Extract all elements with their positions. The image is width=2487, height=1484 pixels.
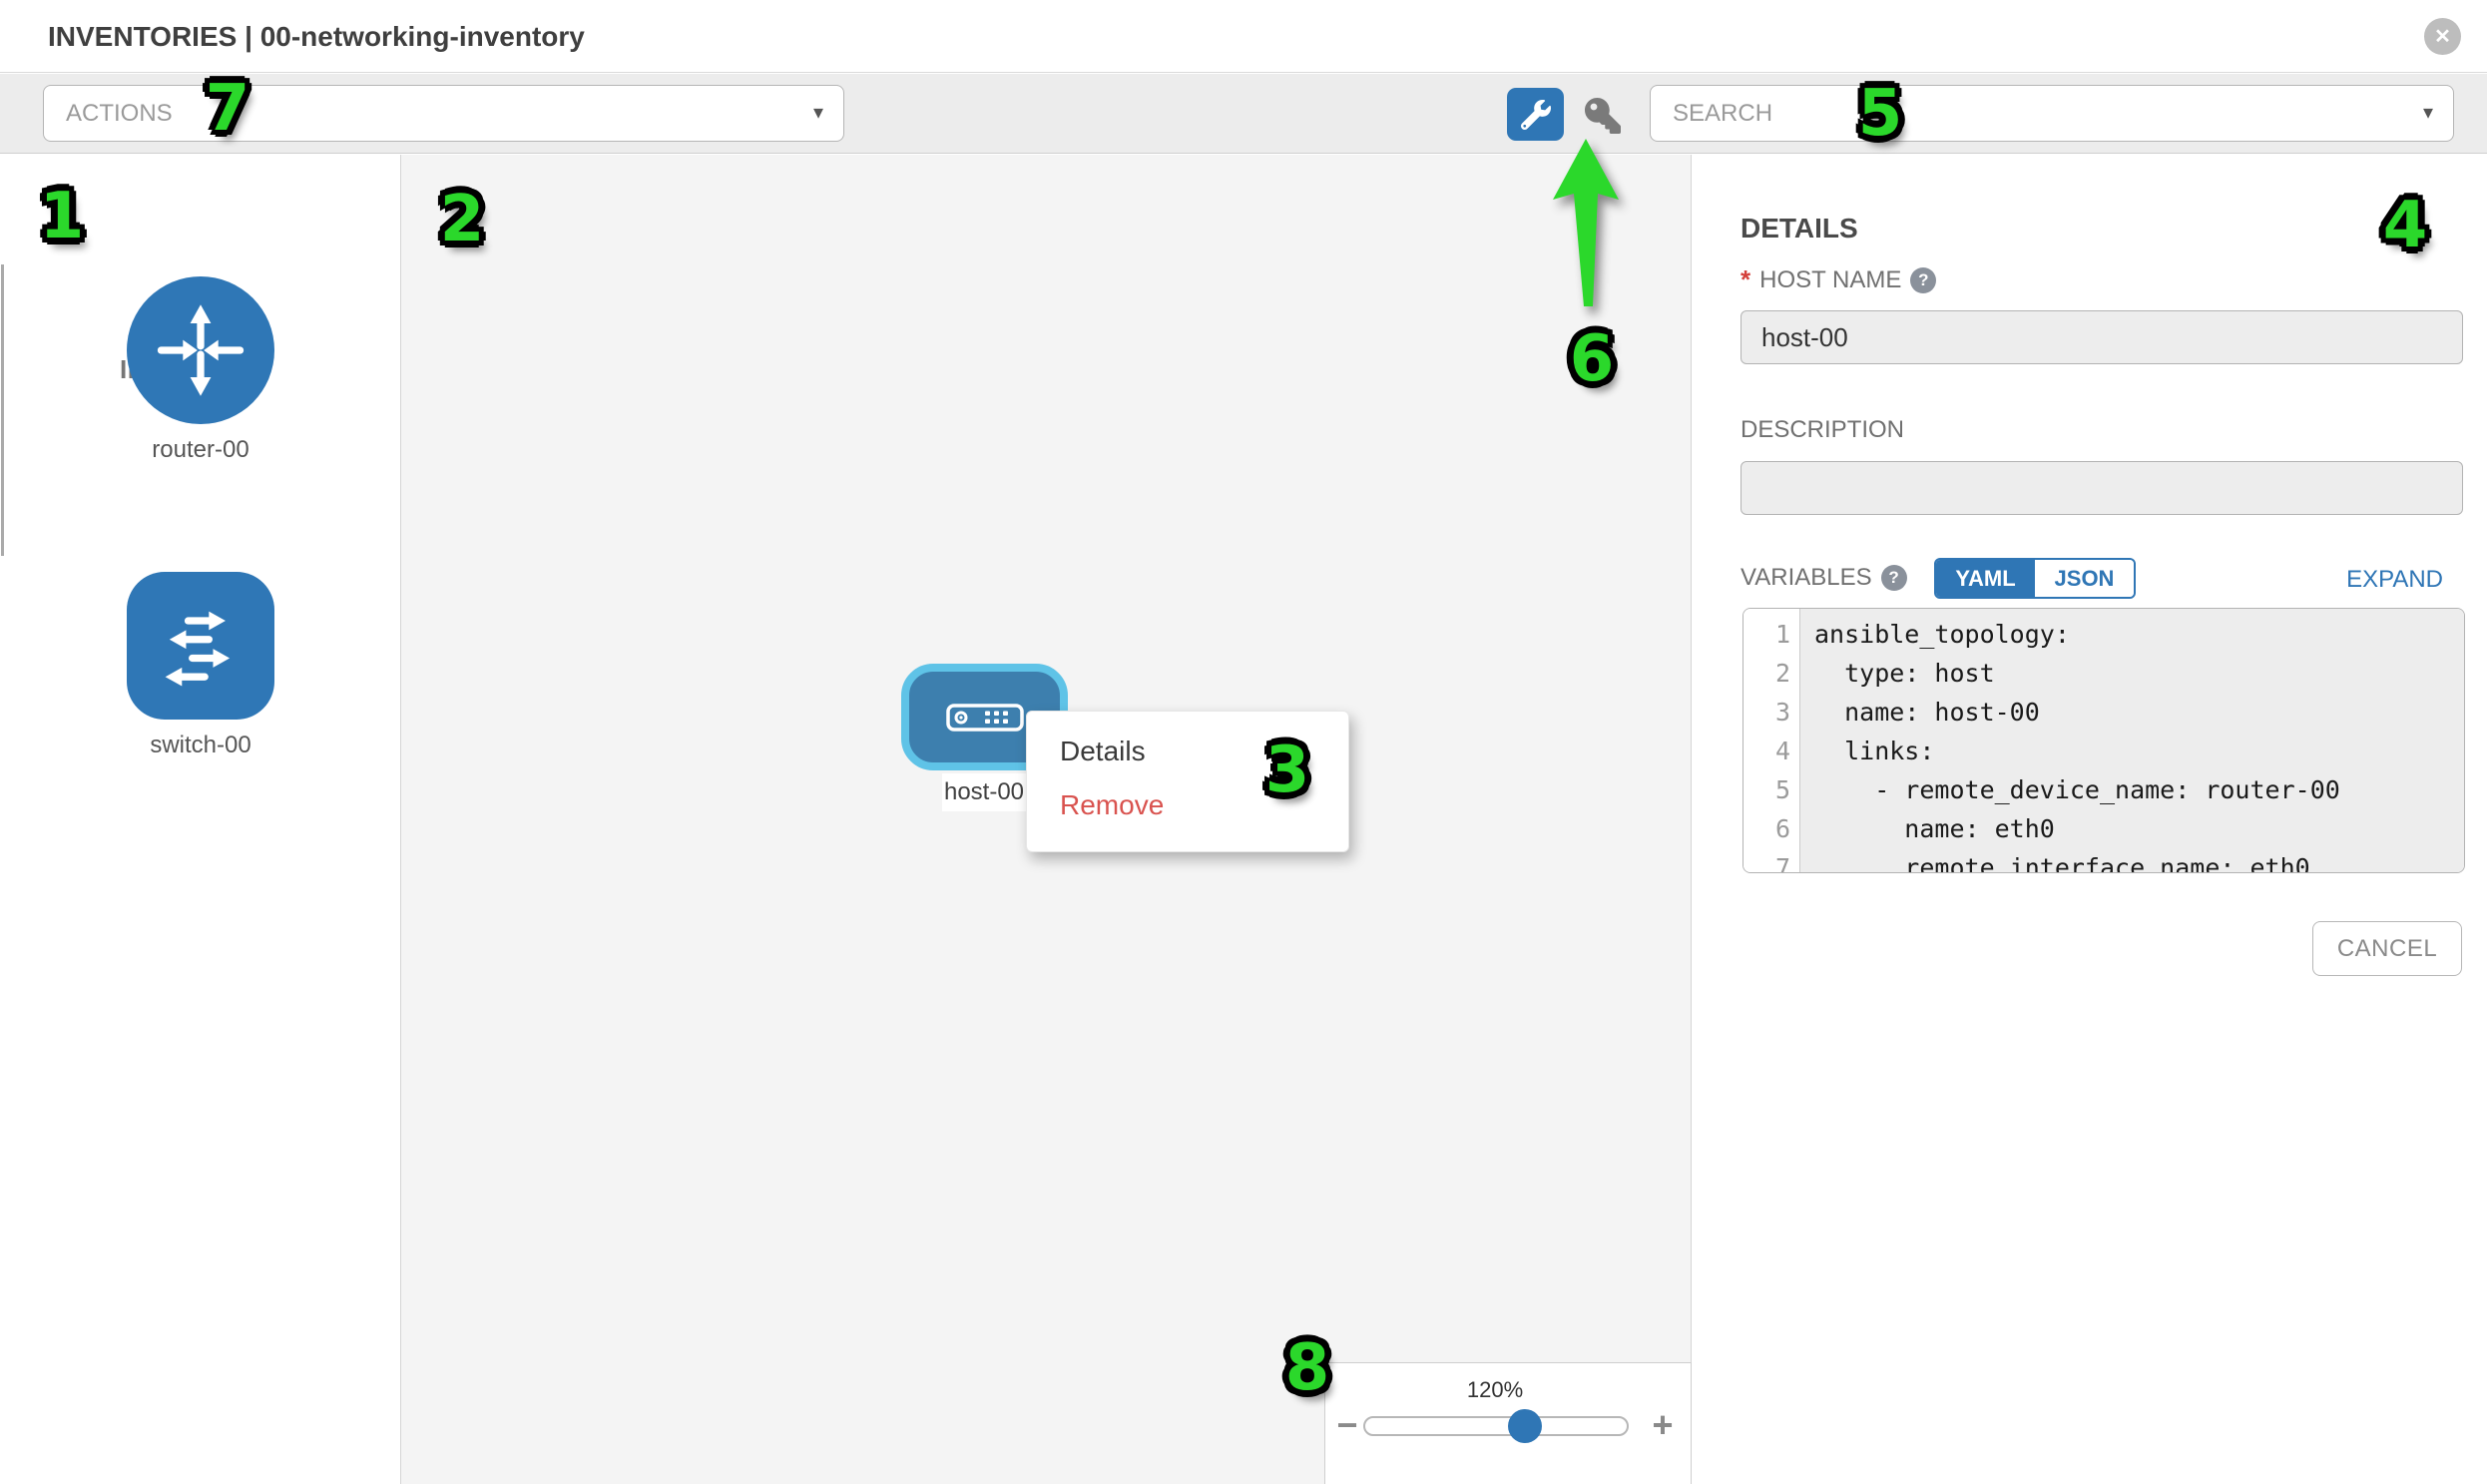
- variables-label: VARIABLES: [1741, 564, 1872, 592]
- code-line: links:: [1814, 732, 2464, 770]
- host-node-label: host-00: [942, 773, 1026, 811]
- annotation-number: 4: [2383, 189, 2428, 262]
- zoom-in-button[interactable]: +: [1643, 1403, 1683, 1447]
- inventory-topology-page: INVENTORIES | 00-networking-inventory AC…: [0, 0, 2487, 1484]
- chevron-down-icon: ▾: [813, 86, 823, 141]
- line-number: 5: [1743, 770, 1799, 809]
- line-number: 6: [1743, 809, 1799, 848]
- annotation-number: 6: [1570, 322, 1615, 396]
- line-number: 7: [1743, 848, 1799, 873]
- inventory-sidebar: INVENTORY router-00: [0, 155, 401, 1484]
- server-icon: [946, 704, 1024, 732]
- zoom-out-button[interactable]: −: [1327, 1403, 1367, 1447]
- tools-button[interactable]: [1507, 88, 1564, 141]
- line-number: 2: [1743, 654, 1799, 693]
- annotation-number: 8: [1285, 1331, 1330, 1405]
- code-line: name: host-00: [1814, 693, 2464, 732]
- code-line: name: eth0: [1814, 809, 2464, 848]
- yaml-toggle-button[interactable]: YAML: [1936, 560, 2035, 597]
- annotation-number: 2: [440, 183, 485, 256]
- router-shape: [127, 276, 274, 424]
- help-icon[interactable]: [1910, 267, 1936, 293]
- variables-format-toggle: YAML JSON: [1934, 558, 2136, 599]
- palette-item-label: switch-00: [0, 732, 401, 759]
- description-label: DESCRIPTION: [1741, 416, 1904, 444]
- cancel-button[interactable]: CANCEL: [2312, 921, 2462, 976]
- zoom-slider-handle[interactable]: [1508, 1409, 1542, 1443]
- line-number: 3: [1743, 693, 1799, 732]
- search-dropdown-label: SEARCH: [1673, 100, 1772, 127]
- code-line: remote_interface_name: eth0: [1814, 848, 2464, 873]
- page-title: INVENTORIES | 00-networking-inventory: [48, 0, 585, 73]
- chevron-down-icon: ▾: [2423, 86, 2433, 141]
- palette-item-switch[interactable]: switch-00: [0, 572, 401, 759]
- code-line: ansible_topology:: [1814, 615, 2464, 654]
- annotation-number: 3: [1265, 734, 1310, 807]
- details-panel-title: DETAILS: [1741, 213, 1858, 245]
- palette-item-label: router-00: [0, 436, 401, 464]
- host-name-label: HOST NAME: [1759, 266, 1901, 294]
- help-icon[interactable]: [1881, 565, 1907, 591]
- actions-dropdown[interactable]: ACTIONS ▾: [43, 85, 844, 142]
- expand-link[interactable]: EXPAND: [2346, 566, 2443, 594]
- actions-dropdown-label: ACTIONS: [66, 100, 173, 127]
- host-name-label-row: * HOST NAME: [1741, 264, 1936, 295]
- details-panel: DETAILS * HOST NAME DESCRIPTION VARIABLE…: [1693, 155, 2487, 1484]
- palette-item-router[interactable]: router-00: [0, 276, 401, 464]
- host-name-input[interactable]: [1741, 310, 2463, 364]
- description-label-row: DESCRIPTION: [1741, 416, 1904, 444]
- credentials-button[interactable]: [1581, 95, 1625, 137]
- json-toggle-button[interactable]: JSON: [2035, 560, 2134, 597]
- zoom-level: 120%: [1325, 1377, 1665, 1403]
- router-icon: [149, 298, 252, 402]
- variables-label-row: VARIABLES: [1741, 564, 1907, 592]
- code-line: - remote_device_name: router-00: [1814, 770, 2464, 809]
- code-line-numbers: 1 2 3 4 5 6 7: [1743, 609, 1799, 872]
- line-number: 1: [1743, 615, 1799, 654]
- line-number: 4: [1743, 732, 1799, 770]
- code-line: type: host: [1814, 654, 2464, 693]
- code-content[interactable]: ansible_topology: type: host name: host-…: [1799, 609, 2464, 872]
- close-button[interactable]: [2424, 18, 2461, 55]
- annotation-number: 7: [206, 72, 250, 146]
- switch-icon: [149, 594, 252, 698]
- topology-canvas[interactable]: host-00 Details Remove 120% − +: [401, 155, 1692, 1484]
- key-icon: [1585, 98, 1621, 134]
- variables-code-editor[interactable]: 1 2 3 4 5 6 7 ansible_topology: type: ho…: [1742, 608, 2465, 873]
- zoom-slider-track[interactable]: [1363, 1416, 1629, 1436]
- search-dropdown[interactable]: SEARCH ▾: [1650, 85, 2454, 142]
- toolbar: ACTIONS ▾ SEARCH ▾: [0, 74, 2487, 154]
- wrench-icon: [1521, 100, 1551, 130]
- switch-shape: [127, 572, 274, 720]
- header-bar: INVENTORIES | 00-networking-inventory: [0, 0, 2487, 73]
- annotation-number: 5: [1858, 77, 1903, 151]
- annotation-number: 1: [40, 180, 85, 253]
- zoom-widget: 120% − +: [1324, 1362, 1692, 1484]
- description-input[interactable]: [1741, 461, 2463, 515]
- required-marker: *: [1741, 264, 1750, 295]
